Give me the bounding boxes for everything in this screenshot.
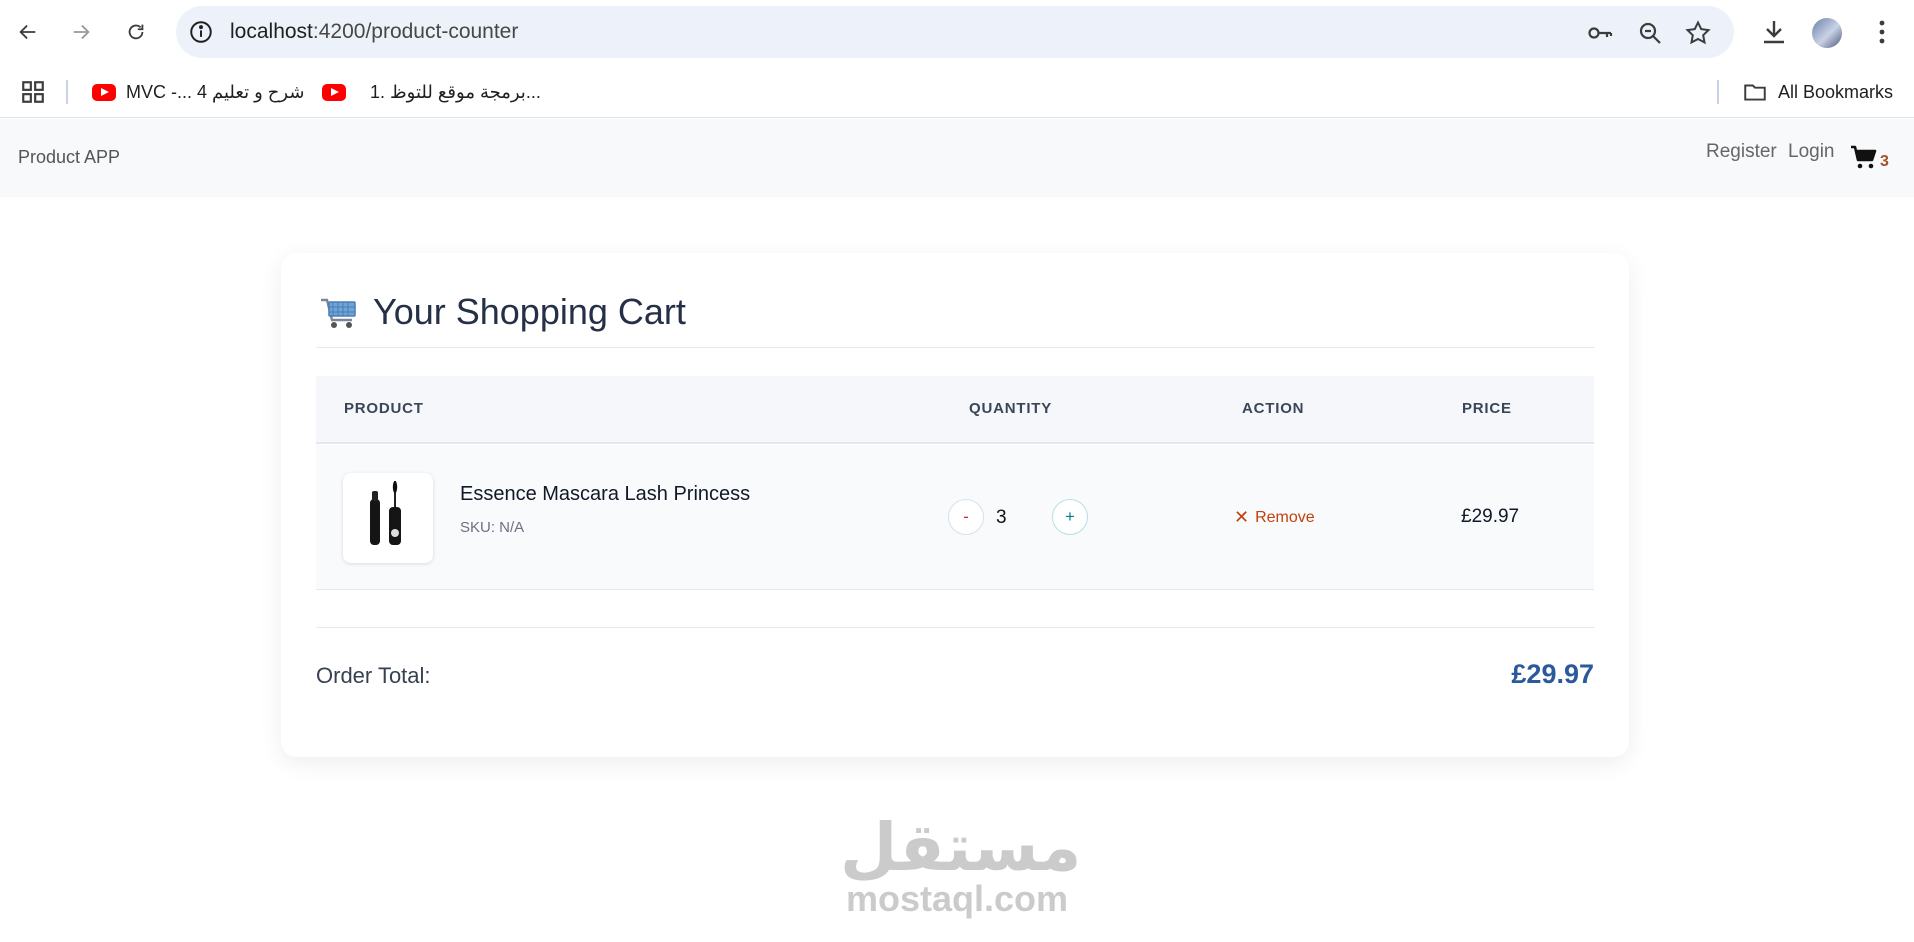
cart-icon <box>1851 145 1877 169</box>
shopping-cart-icon <box>321 298 356 328</box>
title-divider <box>316 347 1594 348</box>
app-navbar: Product APP Register Login 3 <box>0 119 1914 197</box>
mostaql-watermark: مستقل mostaql.com <box>840 809 1082 919</box>
order-total-label: Order Total: <box>316 663 431 688</box>
all-bookmarks-label: All Bookmarks <box>1778 81 1894 102</box>
folder-icon <box>1744 84 1766 101</box>
quantity-increase-button[interactable]: + <box>1052 499 1088 535</box>
page-title: Your Shopping Cart <box>319 291 686 333</box>
youtube-icon <box>92 83 116 101</box>
table-row: Essence Mascara Lash Princess SKU: N/A -… <box>316 445 1594 590</box>
cart-table-header: PRODUCT QUANTITY ACTION PRICE <box>316 376 1594 444</box>
download-icon[interactable] <box>1758 16 1790 48</box>
login-link[interactable]: Login <box>1788 141 1835 163</box>
cart-link[interactable]: 3 <box>1850 145 1889 171</box>
bookmarks-bar: MVC -... شرح و تعليم 4 1. برمجة موقع للت… <box>0 66 1914 118</box>
bookmark-item-mvc[interactable]: MVC -... شرح و تعليم 4 <box>92 77 304 107</box>
cart-title-text: Your Shopping Cart <box>373 291 686 332</box>
back-arrow-icon[interactable] <box>10 14 46 50</box>
bookmark-separator <box>66 80 68 104</box>
bookmark-label: MVC -... شرح و تعليم 4 <box>126 81 305 102</box>
close-icon: ✕ <box>1234 507 1250 527</box>
total-divider <box>316 627 1594 628</box>
all-bookmarks-button[interactable]: All Bookmarks <box>1742 77 1893 107</box>
product-sku: SKU: N/A <box>460 519 525 536</box>
quantity-decrease-button[interactable]: - <box>948 499 984 535</box>
cart-count-badge: 3 <box>1880 153 1889 170</box>
url-path: :4200/product-counter <box>312 20 519 43</box>
more-menu-icon[interactable] <box>1866 16 1898 48</box>
remove-item-button[interactable]: ✕ Remove <box>1234 507 1315 528</box>
item-price: £29.97 <box>1461 506 1520 527</box>
bookmark-item-programming[interactable]: 1. برمجة موقع للتوظ... <box>322 77 541 107</box>
bookmark-star-icon[interactable] <box>1684 19 1712 47</box>
site-info-icon[interactable] <box>188 19 214 45</box>
url-host: localhost <box>230 20 313 43</box>
order-total-value: £29.97 <box>1511 659 1594 689</box>
password-key-icon[interactable] <box>1586 19 1614 47</box>
reload-icon[interactable] <box>118 14 154 50</box>
column-header-quantity: QUANTITY <box>969 400 1053 417</box>
browser-toolbar: localhost:4200/product-counter <box>0 0 1914 66</box>
forward-arrow-icon[interactable] <box>63 14 99 50</box>
bookmark-separator <box>1717 80 1719 104</box>
zoom-icon[interactable] <box>1636 19 1664 47</box>
address-bar[interactable]: localhost:4200/product-counter <box>176 6 1734 58</box>
youtube-icon <box>322 83 346 101</box>
url-text[interactable]: localhost:4200/product-counter <box>230 20 518 44</box>
brand-link[interactable]: Product APP <box>18 147 120 168</box>
watermark-arabic: مستقل <box>840 809 1082 886</box>
watermark-latin: mostaql.com <box>845 878 1069 919</box>
shopping-cart-card: Your Shopping Cart PRODUCT QUANTITY ACTI… <box>281 253 1629 757</box>
remove-label: Remove <box>1255 508 1315 526</box>
column-header-price: PRICE <box>1462 400 1512 417</box>
column-header-product: PRODUCT <box>344 400 424 417</box>
product-thumbnail <box>343 473 433 563</box>
bookmark-label: 1. برمجة موقع للتوظ... <box>370 81 541 102</box>
profile-avatar[interactable] <box>1812 18 1842 48</box>
register-link[interactable]: Register <box>1706 141 1777 163</box>
quantity-value: 3 <box>996 507 1007 528</box>
product-name: Essence Mascara Lash Princess <box>460 483 751 505</box>
apps-grid-icon[interactable] <box>20 77 46 107</box>
column-header-action: ACTION <box>1242 400 1305 417</box>
